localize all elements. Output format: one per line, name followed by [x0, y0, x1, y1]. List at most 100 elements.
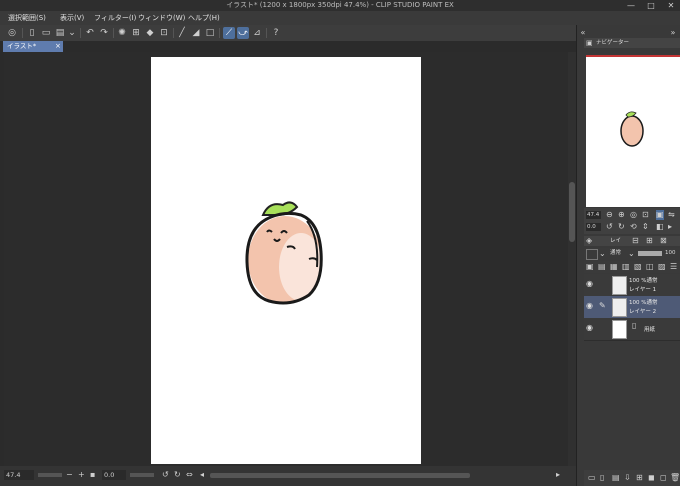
deselect-icon[interactable]: ╱ [176, 27, 188, 39]
app-icon[interactable]: ◎ [6, 27, 18, 39]
rotate-left-icon[interactable]: ↺ [606, 222, 613, 232]
rotate-right-icon[interactable]: ↻ [174, 470, 181, 480]
menu-help[interactable]: ヘルプ(H) [188, 11, 220, 25]
navigator-preview[interactable] [586, 55, 680, 207]
new-vector-layer-icon[interactable]: ▯ [600, 473, 604, 483]
flip-horizontal-icon[interactable]: ⇋ [668, 210, 675, 220]
navigator-title: ナビゲーター [596, 40, 630, 46]
close-button[interactable]: ✕ [664, 0, 678, 11]
snap-special-ruler-icon[interactable]: ⤻ [237, 27, 249, 39]
menu-filter[interactable]: フィルター(I) [94, 11, 136, 25]
blend-mode-select[interactable]: 通常 [610, 249, 621, 258]
fill-icon[interactable]: ◆ [144, 27, 156, 39]
layer-row[interactable]: ◉ 100 %通常 レイヤー 1 [584, 274, 680, 297]
flip-icon[interactable]: ⇔ [186, 470, 193, 480]
rotate-left-icon[interactable]: ↺ [162, 470, 169, 480]
layer-tab-icon[interactable]: ⊞ [646, 236, 653, 246]
layer-row-paper[interactable]: ◉ ▯ 用紙 [584, 318, 680, 341]
new-folder-icon[interactable]: ▤ [612, 473, 620, 483]
save-icon[interactable]: ▤ [54, 27, 66, 39]
zoom-slider[interactable] [38, 473, 62, 477]
angle-field[interactable]: 0.0 [102, 470, 126, 480]
opacity-slider[interactable] [638, 251, 662, 256]
layer-color-swatch[interactable] [586, 249, 598, 260]
canvas-paper[interactable] [151, 57, 421, 464]
minimize-button[interactable]: — [624, 0, 638, 11]
maximize-button[interactable]: □ [644, 0, 658, 11]
delete-icon[interactable]: 🗑 [670, 473, 680, 483]
layer-row-selected[interactable]: ◉ ✎ 100 %通常 レイヤー 2 [584, 296, 680, 319]
help-icon[interactable]: ? [270, 27, 282, 39]
undo-icon[interactable]: ↶ [84, 27, 96, 39]
eye-icon[interactable]: ◉ [586, 301, 596, 311]
zoom-field[interactable]: 47.4 [4, 470, 34, 480]
layer-property-icon[interactable]: ◈ [586, 236, 592, 246]
mask-icon[interactable]: ◼ [648, 473, 655, 483]
new-file-icon[interactable]: ▯ [26, 27, 38, 39]
combine-icon[interactable]: ⊞ [636, 473, 643, 483]
menu-selection[interactable]: 選択範囲(S) [8, 11, 46, 25]
flip-vertical-icon[interactable]: ⇕ [642, 222, 649, 232]
chevron-down-icon[interactable]: ⌄ [66, 27, 78, 39]
layer-search-icon[interactable]: ⊟ [632, 236, 639, 246]
fit-navigator-icon[interactable]: ▣ [656, 210, 664, 220]
navigator-header[interactable]: ▣ ナビゲーター [584, 38, 680, 48]
apply-mask-icon[interactable]: ◻ [660, 473, 667, 483]
layer-panel-header[interactable]: ◈ レイ ⊟ ⊞ ⊠ [584, 236, 680, 246]
collapse-right-icon[interactable]: » [668, 28, 678, 38]
angle-slider[interactable] [130, 473, 154, 477]
mask-icon[interactable]: ◫ [646, 262, 654, 272]
layer-opacity-mode: 100 %通常 [629, 278, 658, 284]
clip-icon[interactable]: ▣ [586, 262, 594, 272]
menu-view[interactable]: 表示(V) [60, 11, 84, 25]
flip-icon[interactable]: ◧ [656, 222, 664, 232]
draft-icon[interactable]: ▦ [610, 262, 618, 272]
zoom-out-icon[interactable]: ⊖ [606, 210, 613, 220]
list-icon[interactable]: ☰ [670, 262, 677, 272]
ruler-icon[interactable]: ▨ [658, 262, 666, 272]
zoom-in-icon[interactable]: ⊕ [618, 210, 625, 220]
fit-window-icon[interactable]: ⊡ [642, 210, 649, 220]
scroll-left-icon[interactable]: ◂ [200, 470, 204, 480]
selection-launcher-icon[interactable]: □ [204, 27, 216, 39]
eye-icon[interactable]: ◉ [586, 279, 596, 289]
rotate-right-icon[interactable]: ↻ [618, 222, 625, 232]
navigator-angle-field[interactable]: 0.0 [586, 223, 601, 231]
scrollbar-thumb[interactable] [569, 182, 575, 242]
chevron-down-icon[interactable]: ⌄ [599, 249, 606, 259]
reset-rotation-icon[interactable]: ⟲ [630, 222, 637, 232]
scroll-right-icon[interactable]: ▸ [556, 470, 560, 480]
open-folder-icon[interactable]: ▭ [40, 27, 52, 39]
layer-tab-icon[interactable]: ⊠ [660, 236, 667, 246]
transfer-icon[interactable]: ⇩ [624, 473, 631, 483]
snap-grid-icon[interactable]: ⊿ [251, 27, 263, 39]
clear-outside-icon[interactable]: ⊞ [130, 27, 142, 39]
chevron-down-icon[interactable]: ⌄ [628, 249, 635, 259]
lock-icon[interactable]: ▥ [622, 262, 630, 272]
fit-icon[interactable]: ▪ [90, 470, 95, 480]
horizontal-scrollbar[interactable] [210, 473, 470, 478]
actual-size-icon[interactable]: ◎ [630, 210, 637, 220]
transform-icon[interactable]: ⊡ [158, 27, 170, 39]
tab-row [0, 41, 576, 52]
eye-icon[interactable]: ◉ [586, 323, 596, 333]
new-raster-layer-icon[interactable]: ▭ [588, 473, 596, 483]
snap-ruler-icon[interactable]: ⟋ [223, 27, 235, 39]
layer-panel-footer: ▭ ▯ ▤ ⇩ ⊞ ◼ ◻ 🗑 [584, 470, 680, 486]
zoom-out-icon[interactable]: − [66, 470, 73, 480]
tab-illustration[interactable]: イラスト* × [3, 41, 63, 52]
menu-window[interactable]: ウィンドウ(W) [138, 11, 185, 25]
layer-name: レイヤー 1 [629, 287, 657, 293]
vertical-scrollbar[interactable] [568, 52, 576, 466]
redo-icon[interactable]: ↷ [98, 27, 110, 39]
opacity-value[interactable]: 100 [665, 249, 676, 258]
reference-icon[interactable]: ▤ [598, 262, 606, 272]
zoom-in-icon[interactable]: + [78, 470, 85, 480]
collapse-icon[interactable]: ▸ [668, 222, 672, 232]
invert-selection-icon[interactable]: ◢ [190, 27, 202, 39]
lock-transparency-icon[interactable]: ▧ [634, 262, 642, 272]
tab-close-icon[interactable]: × [55, 41, 61, 52]
navigator-zoom-field[interactable]: 47.4 [586, 211, 601, 219]
clear-icon[interactable]: ✺ [116, 27, 128, 39]
collapse-left-icon[interactable]: « [578, 28, 588, 38]
